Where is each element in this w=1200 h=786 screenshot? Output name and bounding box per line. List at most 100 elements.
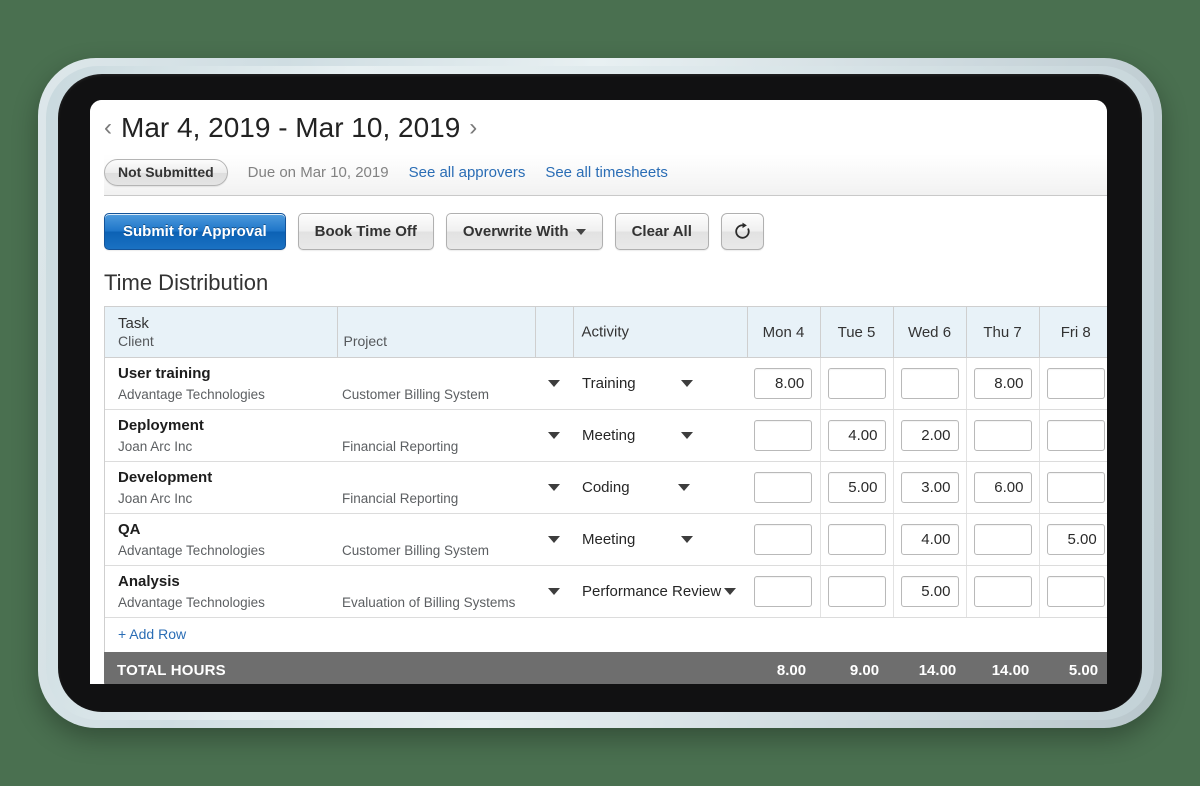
hours-cell-fri — [1039, 357, 1107, 410]
hours-cell-wed — [893, 565, 967, 618]
hours-input-fri[interactable] — [1046, 524, 1105, 555]
hours-input-thu[interactable] — [973, 524, 1032, 555]
hours-input-tue[interactable] — [827, 472, 886, 503]
task-client: Advantage Technologies — [118, 387, 265, 402]
submit-for-approval-button[interactable]: Submit for Approval — [104, 213, 286, 250]
timesheet-table: Task Client Project Activity Mon 4 Tue 5… — [105, 307, 1107, 652]
activity-cell[interactable]: Meeting — [573, 409, 747, 462]
overwrite-with-dropdown-button[interactable]: Overwrite With — [445, 213, 603, 250]
table-row: User training Advantage Technologies Cus… — [105, 357, 1107, 410]
activity-cell[interactable]: Performance Review — [573, 565, 747, 618]
action-toolbar: Submit for Approval Book Time Off Overwr… — [90, 196, 1107, 250]
hours-input-thu[interactable] — [973, 576, 1032, 607]
hours-input-wed[interactable] — [900, 368, 959, 399]
chevron-down-icon[interactable] — [680, 536, 693, 543]
hours-input-mon[interactable] — [754, 524, 813, 555]
page-title: Mar 4, 2019 - Mar 10, 2019 — [121, 112, 461, 143]
task-cell[interactable]: QA Advantage Technologies — [105, 513, 337, 566]
hours-input-thu[interactable] — [973, 368, 1032, 399]
hours-input-tue[interactable] — [827, 524, 886, 555]
hours-input-fri[interactable] — [1046, 420, 1105, 451]
clear-all-button[interactable]: Clear All — [614, 213, 709, 250]
chevron-down-icon[interactable] — [548, 588, 560, 595]
hours-input-wed[interactable] — [900, 420, 959, 451]
column-header-task-picker-spacer — [535, 307, 574, 358]
previous-week-icon[interactable]: ‹ — [104, 116, 112, 140]
activity-label: Meeting — [582, 531, 636, 548]
status-bar: Not Submitted Due on Mar 10, 2019 See al… — [104, 154, 1107, 196]
table-body: User training Advantage Technologies Cus… — [105, 357, 1107, 652]
add-row-cell: + Add Row — [105, 617, 1107, 652]
column-header-task-label: Task — [118, 315, 149, 332]
task-cell[interactable]: Development Joan Arc Inc — [105, 461, 337, 514]
hours-input-mon[interactable] — [754, 576, 813, 607]
task-name: Analysis — [118, 573, 180, 590]
due-date-text: Due on Mar 10, 2019 — [247, 164, 389, 181]
activity-cell[interactable]: Meeting — [573, 513, 747, 566]
hours-cell-thu — [966, 409, 1040, 462]
hours-cell-thu — [966, 513, 1040, 566]
activity-label: Meeting — [582, 427, 636, 444]
timesheet-table-container: Task Client Project Activity Mon 4 Tue 5… — [104, 306, 1107, 652]
task-cell[interactable]: User training Advantage Technologies — [105, 357, 337, 410]
task-dropdown-cell[interactable] — [535, 461, 573, 514]
activity-cell[interactable]: Coding — [573, 461, 747, 514]
see-all-approvers-link[interactable]: See all approvers — [409, 164, 526, 181]
chevron-down-icon[interactable] — [548, 432, 560, 439]
chevron-down-icon[interactable] — [548, 536, 560, 543]
section-title: Time Distribution — [104, 270, 269, 295]
chevron-down-icon[interactable] — [723, 588, 736, 595]
book-time-off-button[interactable]: Book Time Off — [297, 213, 434, 250]
hours-input-fri[interactable] — [1046, 576, 1105, 607]
table-row: Deployment Joan Arc Inc Financial Report… — [105, 409, 1107, 462]
hours-cell-thu — [966, 461, 1040, 514]
refresh-button[interactable] — [720, 213, 764, 250]
hours-cell-tue — [820, 409, 894, 462]
hours-input-fri[interactable] — [1046, 472, 1105, 503]
activity-cell[interactable]: Training — [573, 357, 747, 410]
refresh-icon — [735, 222, 750, 239]
chevron-down-icon[interactable] — [680, 432, 693, 439]
column-header-day-2: Wed 6 — [893, 307, 967, 358]
hours-input-wed[interactable] — [900, 472, 959, 503]
next-week-icon[interactable]: › — [469, 116, 477, 140]
hours-cell-mon — [747, 565, 821, 618]
task-dropdown-cell[interactable] — [535, 513, 573, 566]
hours-input-tue[interactable] — [827, 576, 886, 607]
column-header-day-1: Tue 5 — [820, 307, 894, 358]
chevron-down-icon[interactable] — [548, 484, 560, 491]
hours-cell-mon — [747, 409, 821, 462]
hours-input-wed[interactable] — [900, 576, 959, 607]
hours-input-fri[interactable] — [1046, 368, 1105, 399]
hours-input-wed[interactable] — [900, 524, 959, 555]
task-cell[interactable]: Deployment Joan Arc Inc — [105, 409, 337, 462]
task-dropdown-cell[interactable] — [535, 565, 573, 618]
see-all-timesheets-link[interactable]: See all timesheets — [545, 164, 668, 181]
hours-input-mon[interactable] — [754, 420, 813, 451]
total-hours-wed: 14.00 — [918, 661, 957, 679]
chevron-down-icon[interactable] — [677, 484, 690, 491]
hours-cell-fri — [1039, 565, 1107, 618]
column-header-project: Project — [337, 307, 536, 358]
task-name: User training — [118, 365, 211, 382]
column-header-day-3: Thu 7 — [966, 307, 1040, 358]
hours-input-mon[interactable] — [754, 472, 813, 503]
hours-cell-fri — [1039, 513, 1107, 566]
task-client: Joan Arc Inc — [118, 439, 193, 454]
hours-cell-wed — [893, 357, 967, 410]
task-dropdown-cell[interactable] — [535, 409, 573, 462]
project-name: Customer Billing System — [342, 543, 490, 558]
hours-input-mon[interactable] — [754, 368, 813, 399]
hours-input-thu[interactable] — [973, 472, 1032, 503]
task-dropdown-cell[interactable] — [535, 357, 573, 410]
hours-input-tue[interactable] — [827, 368, 886, 399]
add-row-link[interactable]: + Add Row — [118, 626, 186, 642]
hours-input-thu[interactable] — [973, 420, 1032, 451]
project-cell: Financial Reporting — [337, 461, 535, 514]
column-header-day-4: Fri 8 — [1039, 307, 1107, 358]
task-cell[interactable]: Analysis Advantage Technologies — [105, 565, 337, 618]
chevron-down-icon[interactable] — [548, 380, 560, 387]
total-hours-label: TOTAL HOURS — [117, 661, 226, 679]
hours-input-tue[interactable] — [827, 420, 886, 451]
chevron-down-icon[interactable] — [680, 380, 693, 387]
